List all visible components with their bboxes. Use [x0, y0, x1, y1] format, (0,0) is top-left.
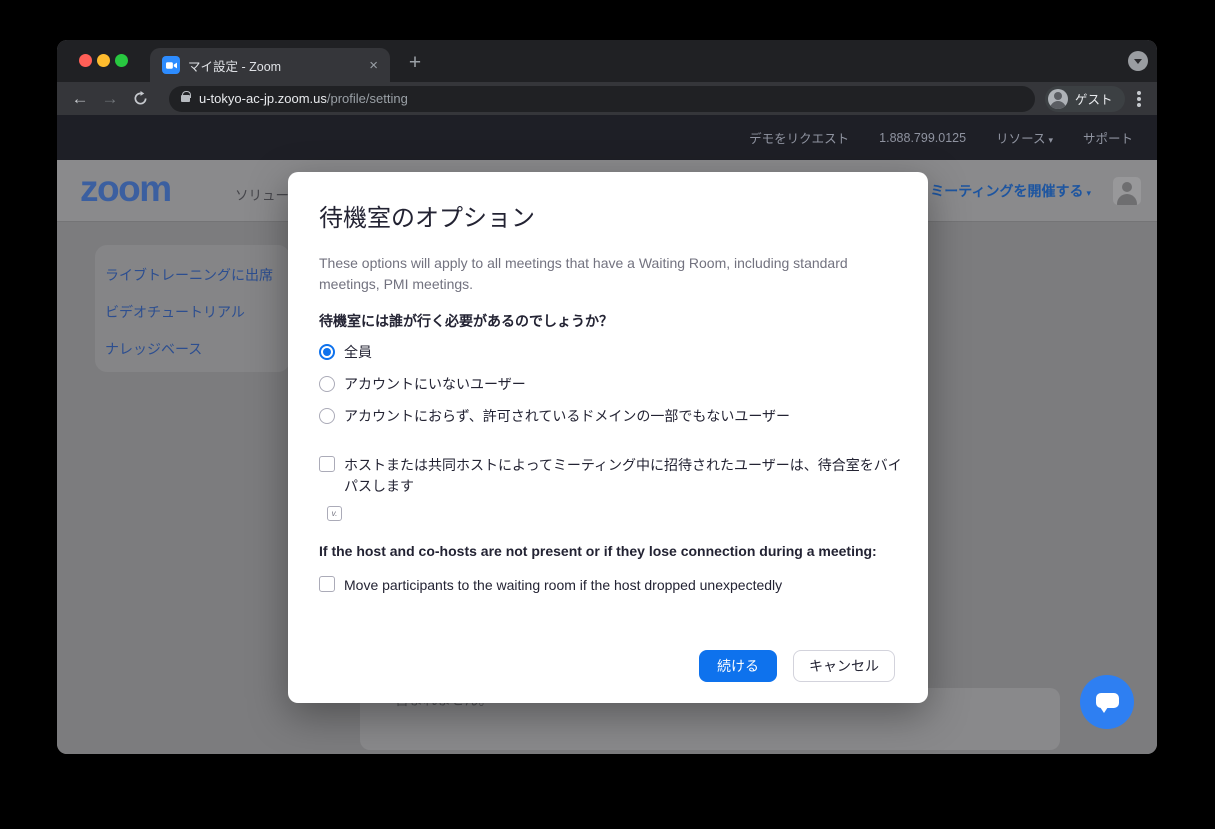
zoom-logo[interactable]: zoom	[80, 169, 171, 209]
account-avatar[interactable]	[1113, 177, 1141, 205]
tab-strip: マイ設定 - Zoom × +	[57, 40, 1157, 82]
close-window-button[interactable]	[79, 54, 92, 67]
zoom-favicon-icon	[162, 56, 180, 74]
radio-option-everyone[interactable]: 全員	[319, 342, 372, 362]
reload-button[interactable]	[125, 91, 155, 106]
url-host: u-tokyo-ac-jp.zoom.us	[199, 91, 327, 106]
profile-button[interactable]: ゲスト	[1045, 86, 1125, 112]
support-link[interactable]: サポート	[1083, 128, 1133, 147]
radio-option-users-not-in-domain[interactable]: アカウントにおらず、許可されているドメインの一部でもないユーザー	[319, 406, 790, 426]
radio-unselected-icon[interactable]	[319, 376, 335, 392]
broken-image-icon: v.	[327, 506, 342, 521]
radio-option-users-not-in-account[interactable]: アカウントにいないユーザー	[319, 374, 526, 394]
phone-link[interactable]: 1.888.799.0125	[879, 131, 966, 145]
fullscreen-window-button[interactable]	[115, 54, 128, 67]
resources-menu[interactable]: リソース▾	[996, 128, 1053, 147]
checkbox-unchecked-icon[interactable]	[319, 576, 335, 592]
forward-button: →	[95, 89, 125, 109]
radio-unselected-icon[interactable]	[319, 408, 335, 424]
sidebar-link-live-training[interactable]: ライブトレーニングに出席	[105, 265, 273, 285]
radio-label: アカウントにおらず、許可されているドメインの一部でもないユーザー	[344, 406, 790, 426]
profile-label: ゲスト	[1075, 89, 1113, 108]
close-tab-icon[interactable]: ×	[369, 57, 378, 74]
sidebar-link-video-tutorials[interactable]: ビデオチュートリアル	[105, 302, 245, 322]
radio-label: アカウントにいないユーザー	[344, 374, 526, 394]
chevron-down-icon: ▾	[1048, 135, 1053, 145]
host-meeting-label: ミーティングを開催する	[930, 183, 1083, 199]
chevron-down-icon: ▾	[1086, 188, 1091, 198]
host-meeting-menu[interactable]: ミーティングを開催する▾	[930, 181, 1091, 201]
host-absent-heading: If the host and co-hosts are not present…	[319, 543, 877, 559]
sidebar-card: ライブトレーニングに出席 ビデオチュートリアル ナレッジベース	[95, 245, 290, 372]
bypass-waiting-room-checkbox-row[interactable]: ホストまたは共同ホストによってミーティング中に招待されたユーザーは、待合室をバイ…	[319, 455, 904, 497]
waiting-room-question: 待機室には誰が行く必要があるのでしょうか？	[319, 311, 613, 331]
radio-label: 全員	[344, 342, 372, 362]
sidebar-link-knowledge-base[interactable]: ナレッジベース	[105, 339, 202, 359]
back-button[interactable]: ←	[65, 89, 95, 109]
browser-tab[interactable]: マイ設定 - Zoom ×	[150, 48, 390, 82]
url-path: /profile/setting	[327, 91, 408, 106]
cancel-button[interactable]: キャンセル	[793, 650, 895, 682]
radio-selected-icon[interactable]	[319, 344, 335, 360]
request-demo-link[interactable]: デモをリクエスト	[749, 128, 849, 147]
browser-toolbar: ← → u-tokyo-ac-jp.zoom.us/profile/settin…	[57, 82, 1157, 115]
browser-menu-button[interactable]	[1137, 97, 1141, 101]
lock-icon[interactable]	[181, 95, 190, 102]
chat-support-button[interactable]	[1080, 675, 1134, 729]
site-topbar: デモをリクエスト 1.888.799.0125 リソース▾ サポート	[57, 115, 1157, 160]
header-right: ミーティングを開催する▾	[930, 160, 1141, 222]
new-tab-button[interactable]: +	[401, 49, 429, 77]
dialog-title: 待機室のオプション	[319, 198, 535, 233]
checkbox-label: ホストまたは共同ホストによってミーティング中に招待されたユーザーは、待合室をバイ…	[344, 455, 904, 497]
chat-bubble-icon	[1096, 693, 1119, 708]
checkbox-label: Move participants to the waiting room if…	[344, 575, 904, 596]
tab-search-button[interactable]	[1128, 51, 1148, 71]
dialog-description: These options will apply to all meetings…	[319, 253, 859, 295]
checkbox-unchecked-icon[interactable]	[319, 456, 335, 472]
minimize-window-button[interactable]	[97, 54, 110, 67]
waiting-room-options-dialog: 待機室のオプション These options will apply to al…	[288, 172, 928, 703]
url-text: u-tokyo-ac-jp.zoom.us/profile/setting	[199, 91, 408, 106]
browser-window: マイ設定 - Zoom × + ← → u-tokyo-ac-jp.zoom.u…	[57, 40, 1157, 754]
chevron-down-icon	[1134, 59, 1142, 64]
continue-button[interactable]: 続ける	[699, 650, 777, 682]
tab-title: マイ設定 - Zoom	[188, 56, 361, 75]
profile-avatar-icon	[1048, 89, 1068, 109]
move-participants-checkbox-row[interactable]: Move participants to the waiting room if…	[319, 575, 904, 596]
resources-label: リソース	[996, 132, 1045, 146]
address-bar[interactable]: u-tokyo-ac-jp.zoom.us/profile/setting	[169, 86, 1035, 112]
